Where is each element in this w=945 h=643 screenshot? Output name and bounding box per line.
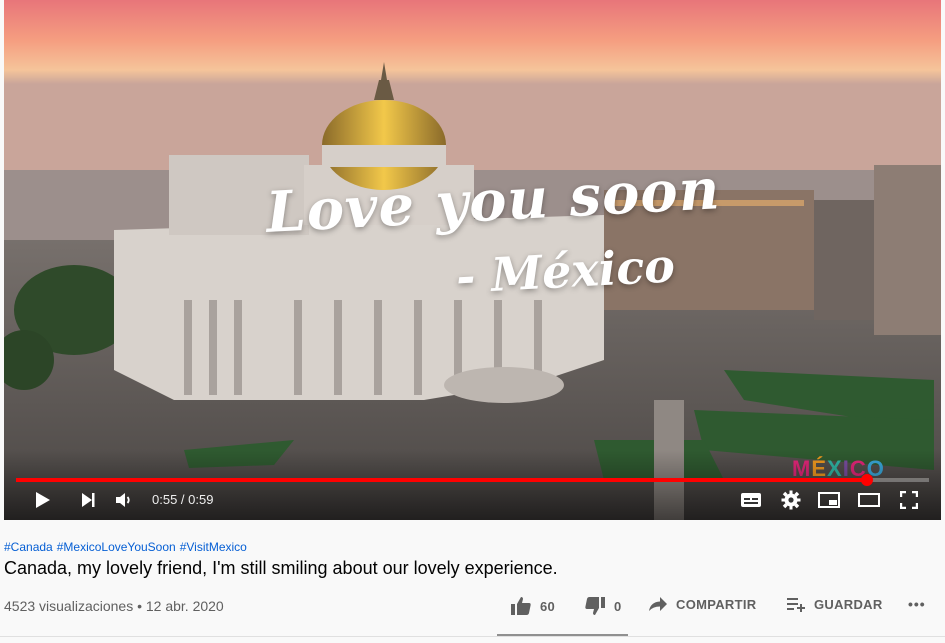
- video-player[interactable]: Love you soon - México MÉXICO 0:55 / 0:5…: [4, 0, 941, 520]
- progress-played: [16, 478, 867, 482]
- theater-mode-button[interactable]: [856, 488, 882, 512]
- share-label: COMPARTIR: [676, 596, 757, 612]
- more-actions-button[interactable]: •••: [908, 596, 926, 612]
- play-icon: [36, 492, 50, 508]
- volume-button[interactable]: [112, 488, 136, 512]
- next-button[interactable]: [76, 488, 100, 512]
- gear-icon: [781, 490, 801, 510]
- video-title: Canada, my lovely friend, I'm still smil…: [4, 558, 558, 578]
- hashtag-link[interactable]: #Canada: [4, 540, 53, 554]
- hashtag-list: #Canada #MexicoLoveYouSoon #VisitMexico: [4, 540, 941, 554]
- time-display: 0:55 / 0:59: [152, 492, 214, 507]
- settings-button[interactable]: [778, 488, 804, 512]
- section-divider: [0, 636, 945, 637]
- next-icon: [82, 493, 95, 507]
- hashtag-link[interactable]: #MexicoLoveYouSoon: [57, 540, 176, 554]
- theater-icon: [858, 493, 880, 507]
- subtitles-button[interactable]: [738, 488, 764, 512]
- add-to-playlist-icon: [787, 598, 805, 612]
- like-button[interactable]: 60: [510, 596, 555, 616]
- save-button[interactable]: GUARDAR: [786, 596, 883, 612]
- share-icon: [649, 597, 667, 611]
- share-button[interactable]: COMPARTIR: [648, 596, 756, 612]
- video-overlay-subtitle: - México: [454, 238, 677, 304]
- video-info: #Canada #MexicoLoveYouSoon #VisitMexico Ca…: [4, 540, 941, 579]
- progress-bar[interactable]: [16, 474, 929, 486]
- progress-scrubber[interactable]: [861, 474, 873, 486]
- miniplayer-button[interactable]: [816, 488, 842, 512]
- save-label: GUARDAR: [814, 596, 883, 612]
- thumbs-up-icon: [511, 597, 531, 615]
- dislike-count: 0: [614, 598, 622, 614]
- miniplayer-icon: [818, 492, 840, 508]
- fullscreen-icon: [900, 491, 918, 509]
- subtitles-icon: [741, 493, 761, 507]
- like-count: 60: [540, 598, 556, 614]
- play-button[interactable]: [30, 488, 54, 512]
- dislike-button[interactable]: 0: [584, 596, 622, 616]
- volume-icon: [116, 493, 130, 507]
- thumbs-down-icon: [585, 597, 605, 615]
- fullscreen-button[interactable]: [896, 488, 922, 512]
- video-primary-info-row: 4523 visualizaciones • 12 abr. 2020 60 0…: [4, 592, 941, 622]
- hashtag-link[interactable]: #VisitMexico: [180, 540, 247, 554]
- view-count-and-date: 4523 visualizaciones • 12 abr. 2020: [4, 598, 224, 614]
- more-icon: •••: [908, 596, 926, 612]
